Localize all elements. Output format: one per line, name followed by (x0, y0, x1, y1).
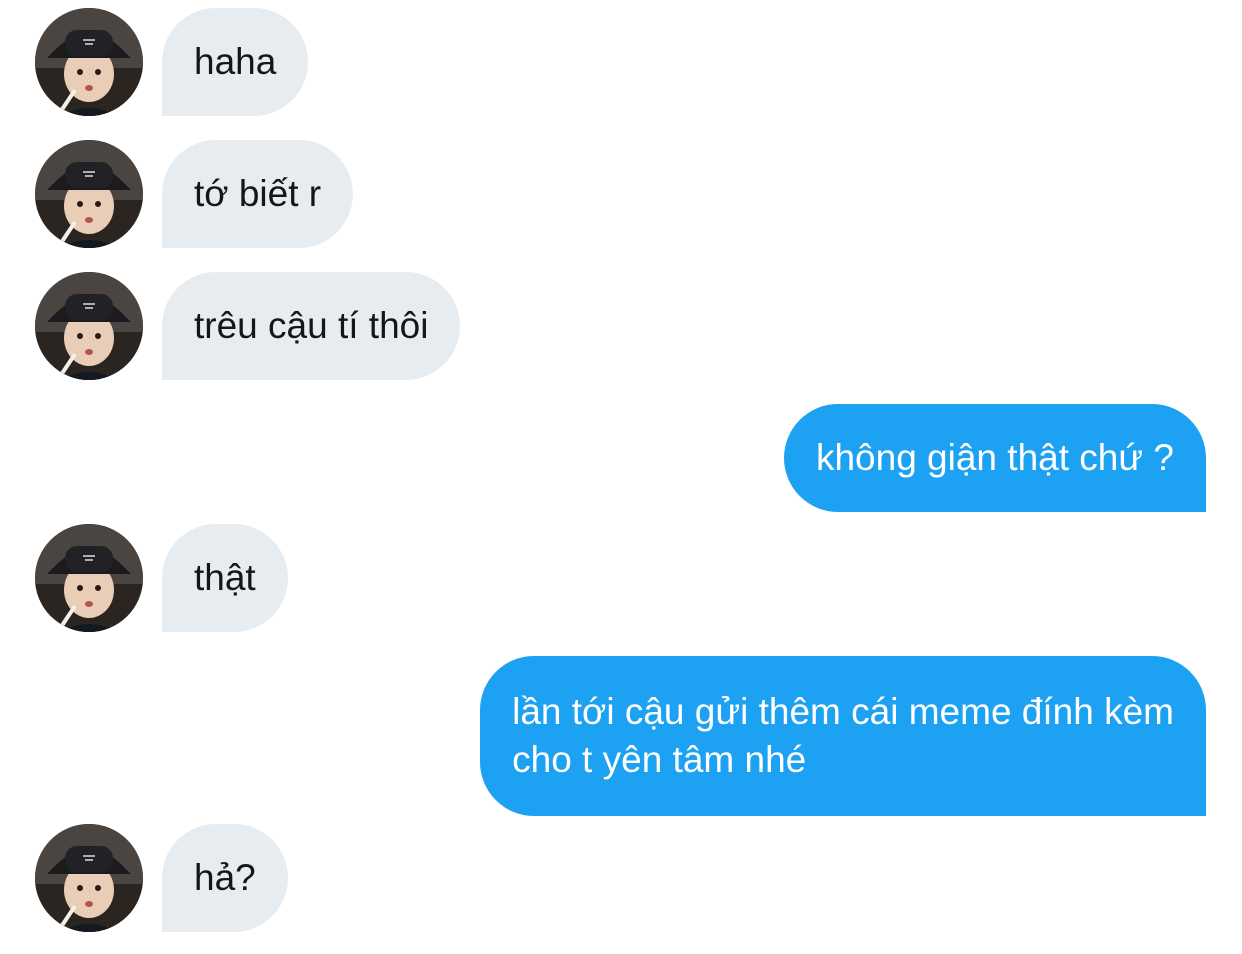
message-text-line: lần tới cậu gửi thêm cái meme đính kèm (512, 691, 1174, 732)
user-avatar[interactable] (35, 8, 143, 116)
message-text: thật (194, 557, 256, 598)
message-text: tớ biết r (194, 173, 322, 214)
avatar-photo-icon (35, 824, 143, 932)
incoming-message-bubble[interactable]: tớ biết r (162, 140, 354, 248)
user-avatar[interactable] (35, 524, 143, 632)
avatar-photo-icon (35, 524, 143, 632)
incoming-message-bubble[interactable]: trêu cậu tí thôi (162, 272, 461, 380)
avatar-photo-icon (35, 272, 143, 380)
incoming-message-bubble[interactable]: thật (162, 524, 288, 632)
message-text-line: cho t yên tâm nhé (512, 739, 807, 780)
message-text: không giận thật chứ ? (815, 437, 1174, 478)
incoming-message-bubble[interactable]: hả? (162, 824, 288, 932)
user-avatar[interactable] (35, 140, 143, 248)
incoming-message-bubble[interactable]: haha (162, 8, 309, 116)
message-text: haha (194, 41, 277, 82)
avatar-photo-icon (35, 140, 143, 248)
message-text: hả? (194, 857, 256, 898)
user-avatar[interactable] (35, 824, 143, 932)
outgoing-message-bubble[interactable]: không giận thật chứ ? (783, 404, 1206, 512)
avatar-photo-icon (35, 8, 143, 116)
user-avatar[interactable] (35, 272, 143, 380)
message-text: trêu cậu tí thôi (194, 305, 429, 346)
outgoing-message-bubble[interactable]: lần tới cậu gửi thêm cái meme đính kèm c… (480, 656, 1206, 816)
